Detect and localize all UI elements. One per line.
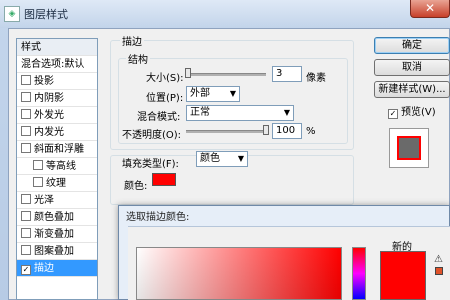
color-field[interactable] xyxy=(136,247,342,300)
style-list-item[interactable]: 颜色叠加 xyxy=(17,209,97,226)
preview-checkbox-box[interactable]: ✓ xyxy=(388,109,398,119)
size-slider-track[interactable] xyxy=(186,73,266,76)
style-checkbox[interactable] xyxy=(21,75,31,85)
style-checkbox[interactable] xyxy=(21,228,31,238)
color-picker-title: 选取描边颜色: xyxy=(126,212,190,223)
style-list-item-label: 混合选项:默认 xyxy=(21,59,85,70)
style-list-item[interactable]: 纹理 xyxy=(17,175,97,192)
blend-mode-value: 正常 xyxy=(190,107,210,118)
style-list-item[interactable]: 内发光 xyxy=(17,124,97,141)
style-list-item[interactable]: 投影 xyxy=(17,73,97,90)
style-checkbox[interactable] xyxy=(33,177,43,187)
style-list-item-label: 渐变叠加 xyxy=(34,229,74,240)
position-select[interactable]: 外部 ▼ xyxy=(186,86,240,102)
chevron-down-icon: ▼ xyxy=(283,108,290,117)
style-checkbox[interactable] xyxy=(21,92,31,102)
stroke-color-swatch[interactable] xyxy=(152,173,176,186)
opacity-input[interactable]: 100 xyxy=(272,123,302,139)
style-list-item[interactable]: 等高线 xyxy=(17,158,97,175)
size-label: 大小(S): xyxy=(146,73,184,84)
blend-mode-select[interactable]: 正常 ▼ xyxy=(186,105,294,121)
style-checkbox[interactable] xyxy=(21,245,31,255)
style-list-item-label: 斜面和浮雕 xyxy=(34,144,84,155)
style-list-item-label: 等高线 xyxy=(46,161,76,172)
chevron-down-icon: ▼ xyxy=(237,154,244,163)
style-list-item-label: 颜色叠加 xyxy=(34,212,74,223)
style-list-item[interactable]: 光泽 xyxy=(17,192,97,209)
style-list-item[interactable]: 内阴影 xyxy=(17,90,97,107)
structure-section-title: 结构 xyxy=(126,51,150,66)
stroke-section-title: 描边 xyxy=(120,33,144,48)
style-list-item-label: 光泽 xyxy=(34,195,54,206)
style-list-item-label: 内发光 xyxy=(34,127,64,138)
style-list: 样式 混合选项:默认投影内阴影外发光内发光斜面和浮雕等高线纹理光泽颜色叠加渐变叠… xyxy=(16,38,98,300)
window-title: 图层样式 xyxy=(24,8,68,21)
size-slider-thumb[interactable] xyxy=(185,68,192,78)
hue-slider[interactable] xyxy=(352,247,366,300)
style-list-item[interactable]: 外发光 xyxy=(17,107,97,124)
close-button[interactable]: ✕ xyxy=(410,0,450,18)
preview-thumbnail xyxy=(389,128,429,168)
opacity-slider-track[interactable] xyxy=(186,130,266,133)
style-list-item-label: 描边 xyxy=(34,263,54,274)
new-color-swatch xyxy=(380,251,426,300)
style-checkbox[interactable] xyxy=(21,211,31,221)
fill-type-value: 颜色 xyxy=(200,153,220,164)
style-checkbox[interactable] xyxy=(21,109,31,119)
style-list-item[interactable]: 混合选项:默认 xyxy=(17,56,97,73)
fill-type-label: 填充类型(F): xyxy=(122,159,179,170)
style-list-item[interactable]: ✓ 描边 xyxy=(17,260,97,277)
style-list-item[interactable]: 图案叠加 xyxy=(17,243,97,260)
style-checkbox[interactable] xyxy=(21,143,31,153)
gamut-color-swatch[interactable] xyxy=(435,267,443,275)
size-input[interactable]: 3 xyxy=(272,66,302,82)
chevron-down-icon: ▼ xyxy=(229,89,236,98)
preview-checkbox[interactable]: ✓ 预览(V) xyxy=(388,103,436,119)
ok-button[interactable]: 确定 xyxy=(374,37,450,54)
style-list-item-label: 内阴影 xyxy=(34,93,64,104)
style-checkbox[interactable] xyxy=(33,160,43,170)
size-unit: 像素 xyxy=(306,73,326,84)
style-list-item-label: 纹理 xyxy=(46,178,66,189)
style-list-header: 样式 xyxy=(17,39,97,56)
warning-icon[interactable]: ⚠ xyxy=(434,254,443,265)
blend-mode-label: 混合模式: xyxy=(137,112,181,123)
new-style-button[interactable]: 新建样式(W)... xyxy=(374,81,450,98)
style-list-item[interactable]: 渐变叠加 xyxy=(17,226,97,243)
color-label: 颜色: xyxy=(124,181,148,192)
cancel-button[interactable]: 取消 xyxy=(374,59,450,76)
style-checkbox[interactable] xyxy=(21,126,31,136)
style-list-item-label: 图案叠加 xyxy=(34,246,74,257)
style-checkbox[interactable]: ✓ xyxy=(21,265,31,275)
position-value: 外部 xyxy=(190,88,210,99)
opacity-label: 不透明度(O): xyxy=(122,130,182,141)
style-list-item-label: 投影 xyxy=(34,76,54,87)
style-list-item[interactable]: 斜面和浮雕 xyxy=(17,141,97,158)
opacity-slider-thumb[interactable] xyxy=(263,125,269,135)
preview-label: 预览(V) xyxy=(401,107,436,118)
style-checkbox[interactable] xyxy=(21,194,31,204)
opacity-unit: % xyxy=(306,126,316,137)
preview-square xyxy=(397,136,421,160)
style-list-item-label: 外发光 xyxy=(34,110,64,121)
app-icon: ◈ xyxy=(4,6,20,22)
position-label: 位置(P): xyxy=(146,93,184,104)
fill-type-select[interactable]: 颜色 ▼ xyxy=(196,151,248,167)
